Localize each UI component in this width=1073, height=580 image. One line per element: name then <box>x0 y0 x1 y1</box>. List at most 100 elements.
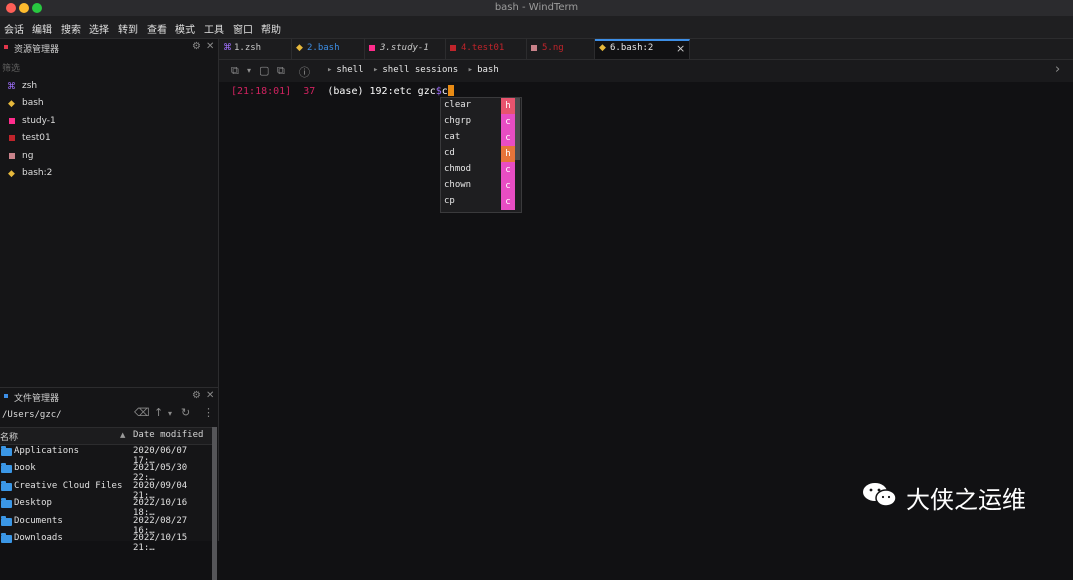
file-name: Desktop <box>14 498 52 508</box>
file-row[interactable]: Creative Cloud Files 2020/09/04 21:… <box>0 479 212 501</box>
text-cursor <box>447 85 454 96</box>
breadcrumb-item-shell-sessions[interactable]: shell sessions <box>382 65 458 75</box>
chevron-down-icon[interactable]: ▾ <box>247 66 251 75</box>
menu-edit[interactable]: 编辑 <box>32 21 52 36</box>
explorer-icon <box>4 45 8 49</box>
tab-label: 3.study-1 <box>380 43 429 53</box>
session-item-study-1[interactable]: study-1 <box>6 115 206 131</box>
session-item-bash[interactable]: ◆ bash <box>6 97 206 113</box>
file-row[interactable]: Downloads 2022/10/15 21:… <box>0 531 212 553</box>
explorer-filter-input[interactable]: 筛选 <box>2 61 20 74</box>
diamond-icon: ◆ <box>296 43 303 53</box>
completion-item[interactable]: cd h <box>441 146 515 162</box>
breadcrumb-item-shell[interactable]: shell <box>336 65 363 75</box>
explorer-gear-icon[interactable]: ⚙ <box>192 41 201 52</box>
menu-session[interactable]: 会话 <box>4 21 24 36</box>
copy-session-icon[interactable]: ⧉ <box>277 64 285 78</box>
explorer-close-icon[interactable]: ✕ <box>206 41 214 52</box>
command-icon: ⌘ <box>7 82 16 92</box>
completion-label: chgrp <box>444 116 472 126</box>
completion-label: chown <box>444 180 472 190</box>
square-icon <box>531 45 538 52</box>
completion-type-badge: c <box>501 114 515 130</box>
completion-item[interactable]: chgrp c <box>441 114 515 130</box>
menu-window[interactable]: 窗口 <box>233 21 253 36</box>
folder-icon <box>1 533 12 543</box>
terminal-pane[interactable]: [21:18:01] 37 (base) 192:etc gzc$c <box>219 83 1073 541</box>
file-row[interactable]: Documents 2022/08/27 16:… <box>0 514 212 536</box>
completion-scrollbar[interactable] <box>515 98 520 160</box>
file-list-header: 名称 ▲ Date modified <box>0 427 212 445</box>
refresh-icon[interactable]: ↻ <box>181 406 190 419</box>
clear-path-icon[interactable]: ⌫ <box>134 406 150 419</box>
breadcrumb-item-bash[interactable]: bash <box>477 65 499 75</box>
tab-6-bash-2[interactable]: ◆ 6.bash:2 × <box>595 39 690 59</box>
session-label: ng <box>22 151 34 161</box>
session-item-ng[interactable]: ng <box>6 150 206 166</box>
completion-item[interactable]: chmod c <box>441 162 515 178</box>
column-date-modified[interactable]: Date modified <box>133 430 203 440</box>
tab-2-bash[interactable]: ◆ 2.bash <box>292 39 365 59</box>
completion-item[interactable]: cp c <box>441 194 515 210</box>
diamond-icon: ◆ <box>8 99 15 109</box>
completion-item[interactable]: chown c <box>441 178 515 194</box>
completion-label: clear <box>444 100 472 110</box>
tab-3-study-1[interactable]: 3.study-1 <box>365 39 446 59</box>
square-icon <box>450 45 457 52</box>
new-session-icon[interactable]: ⧉ <box>231 64 239 78</box>
window-title: bash - WindTerm <box>494 2 579 13</box>
column-name[interactable]: 名称 <box>0 430 18 443</box>
menu-help[interactable]: 帮助 <box>261 21 281 36</box>
split-pane-icon[interactable]: ▢ <box>259 64 269 77</box>
tab-5-ng[interactable]: 5.ng <box>527 39 595 59</box>
path-input[interactable]: /Users/gzc/ <box>2 410 62 420</box>
breadcrumb-separator: ▸ <box>372 65 379 75</box>
more-icon[interactable]: ⋮ <box>203 406 214 419</box>
file-name: Creative Cloud Files <box>14 481 123 491</box>
folder-icon <box>1 446 12 456</box>
square-icon <box>6 152 17 163</box>
autocomplete-popup: clear h chgrp c cat c cd h chmod c chown… <box>440 97 522 213</box>
completion-label: cd <box>444 148 455 158</box>
menu-tools[interactable]: 工具 <box>204 21 224 36</box>
file-name: Documents <box>14 516 63 526</box>
file-row[interactable]: Applications 2020/06/07 17:… <box>0 444 212 466</box>
menu-goto[interactable]: 转到 <box>118 21 138 36</box>
prompt-line: [21:18:01] 37 (base) 192:etc gzc$c <box>231 85 454 97</box>
tab-1-zsh[interactable]: ⌘ 1.zsh <box>219 39 292 59</box>
file-name: Applications <box>14 446 80 456</box>
line-number: 37 <box>303 86 316 97</box>
title-bar: bash - WindTerm <box>0 0 1073 16</box>
up-arrow-icon[interactable]: ↑ <box>154 406 163 419</box>
session-item-test01[interactable]: test01 <box>6 132 206 148</box>
session-label: test01 <box>22 133 51 143</box>
tab-label: 4.test01 <box>461 43 505 53</box>
completion-item[interactable]: clear h <box>441 98 515 114</box>
file-manager-gear-icon[interactable]: ⚙ <box>192 390 201 401</box>
menu-select[interactable]: 选择 <box>89 21 109 36</box>
session-item-zsh[interactable]: ⌘ zsh <box>6 80 206 96</box>
menu-mode[interactable]: 模式 <box>175 21 195 36</box>
tab-label: 5.ng <box>542 43 564 53</box>
square-icon <box>6 117 17 128</box>
file-row[interactable]: book 2021/05/30 22:… <box>0 461 212 483</box>
session-item-bash-2[interactable]: ◆ bash:2 <box>6 167 206 183</box>
completion-label: chmod <box>444 164 472 174</box>
session-label: bash <box>22 98 44 108</box>
sidebar: 资源管理器 ⚙ ✕ 筛选 ⌘ zsh ◆ bash study-1 test01… <box>0 39 219 580</box>
file-manager-icon <box>4 394 8 398</box>
explorer-header: 资源管理器 ⚙ ✕ <box>0 39 218 57</box>
close-tab-icon[interactable]: × <box>676 42 685 55</box>
tab-4-test01[interactable]: 4.test01 <box>446 39 527 59</box>
file-row[interactable]: Desktop 2022/10/16 18:… <box>0 496 212 518</box>
completion-item[interactable]: cat c <box>441 130 515 146</box>
file-list-scrollbar[interactable] <box>212 427 217 580</box>
menu-view[interactable]: 查看 <box>147 21 167 36</box>
info-icon[interactable]: ⓘ <box>299 64 310 80</box>
menu-search[interactable]: 搜索 <box>61 21 81 36</box>
file-manager-close-icon[interactable]: ✕ <box>206 390 214 401</box>
chevron-right-icon[interactable]: › <box>1055 62 1060 77</box>
completion-type-badge: h <box>501 146 515 162</box>
completion-type-badge: c <box>501 162 515 178</box>
chevron-down-icon[interactable]: ▾ <box>168 409 172 418</box>
